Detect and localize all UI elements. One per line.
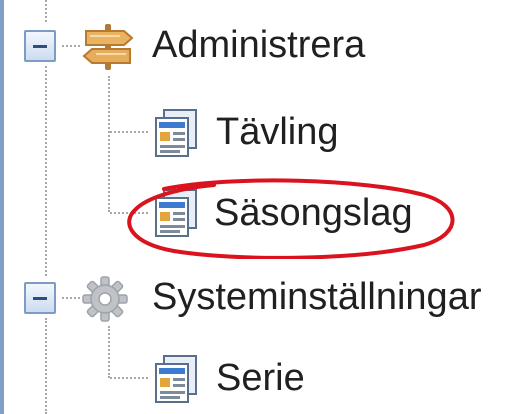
signpost-icon — [82, 24, 134, 70]
document-icon — [155, 109, 197, 157]
tree-item-label: Systeminställningar — [152, 276, 482, 318]
tree-item-systeminstallningar[interactable]: Systeminställningar — [0, 270, 511, 326]
tree-guide-line — [45, 66, 47, 276]
gear-icon — [82, 276, 128, 322]
tree-item-administrera[interactable]: Administrera — [0, 18, 511, 74]
document-icon — [155, 355, 197, 403]
tree-item-sasongslag[interactable]: Säsongslag — [0, 184, 511, 240]
tree-item-label: Tävling — [216, 111, 339, 153]
document-icon — [155, 189, 197, 237]
collapse-button[interactable] — [24, 30, 56, 62]
tree-item-label: Administrera — [152, 24, 366, 66]
tree-item-label: Serie — [216, 357, 305, 399]
tree-item-serie[interactable]: Serie — [0, 350, 511, 406]
tree-item-tavling[interactable]: Tävling — [0, 104, 511, 160]
tree-item-label: Säsongslag — [214, 192, 413, 234]
collapse-button[interactable] — [24, 282, 56, 314]
tree-view: Administrera Tävling Säsongslag Systemin… — [0, 0, 511, 414]
